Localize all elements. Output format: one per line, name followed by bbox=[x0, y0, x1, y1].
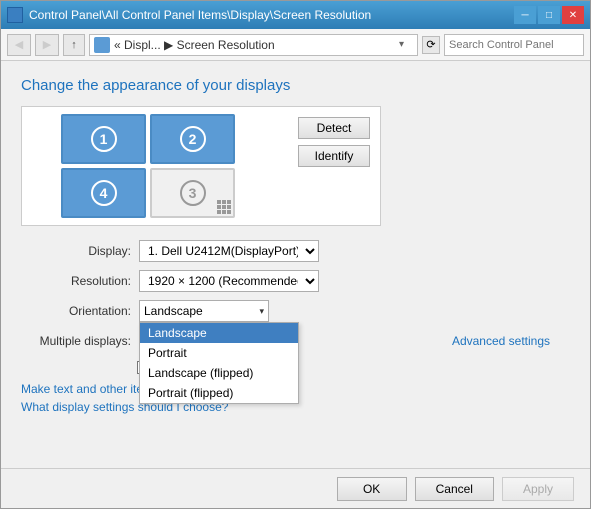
search-input[interactable] bbox=[449, 39, 591, 51]
refresh-button[interactable]: ⟳ bbox=[422, 36, 440, 54]
resolution-select[interactable]: 1920 × 1200 (Recommended) bbox=[139, 270, 319, 292]
search-bar[interactable]: 🔍 bbox=[444, 34, 584, 56]
monitor-4-number: 4 bbox=[91, 180, 117, 206]
cancel-button[interactable]: Cancel bbox=[415, 477, 494, 501]
address-dropdown-arrow[interactable]: ▾ bbox=[399, 39, 413, 50]
page-title: Change the appearance of your displays bbox=[21, 77, 570, 94]
title-bar-buttons: ─ □ ✕ bbox=[514, 6, 584, 24]
apply-button[interactable]: Apply bbox=[502, 477, 574, 501]
monitor-1-number: 1 bbox=[91, 126, 117, 152]
detect-identify-buttons: Detect Identify bbox=[298, 117, 370, 167]
up-button[interactable]: ↑ bbox=[63, 34, 85, 56]
orientation-dropdown-wrapper: Landscape ▾ Landscape Portrait Landscape… bbox=[139, 300, 269, 322]
multiple-displays-label: Multiple displays: bbox=[21, 334, 131, 348]
title-bar: Control Panel\All Control Panel Items\Di… bbox=[1, 1, 590, 29]
monitor-2[interactable]: 2 bbox=[150, 114, 235, 164]
resolution-row: Resolution: 1920 × 1200 (Recommended) bbox=[21, 270, 570, 292]
monitor-4[interactable]: 4 bbox=[61, 168, 146, 218]
orientation-dropdown-arrow: ▾ bbox=[259, 306, 264, 317]
monitors-container: 1 2 4 3 bbox=[61, 114, 235, 218]
bottom-bar: OK Cancel Apply bbox=[1, 468, 590, 508]
minimize-button[interactable]: ─ bbox=[514, 6, 536, 24]
title-bar-text: Control Panel\All Control Panel Items\Di… bbox=[29, 8, 508, 22]
monitor-3-number: 3 bbox=[180, 180, 206, 206]
address-bar: « Displ... ▶ Screen Resolution ▾ bbox=[89, 34, 418, 56]
resolution-label: Resolution: bbox=[21, 274, 131, 288]
close-button[interactable]: ✕ bbox=[562, 6, 584, 24]
monitor-3[interactable]: 3 bbox=[150, 168, 235, 218]
orientation-label: Orientation: bbox=[21, 304, 131, 318]
display-label: Display: bbox=[21, 244, 131, 258]
address-text: « Displ... ▶ Screen Resolution bbox=[114, 38, 395, 52]
nav-bar: ◀ ▶ ↑ « Displ... ▶ Screen Resolution ▾ ⟳… bbox=[1, 29, 590, 61]
advanced-settings-link[interactable]: Advanced settings bbox=[452, 334, 550, 348]
orientation-option-landscape[interactable]: Landscape bbox=[140, 323, 298, 343]
monitor-3-grid bbox=[217, 200, 231, 214]
address-icon bbox=[94, 37, 110, 53]
monitor-2-number: 2 bbox=[180, 126, 206, 152]
orientation-option-landscape-flipped[interactable]: Landscape (flipped) bbox=[140, 363, 298, 383]
orientation-row: Orientation: Landscape ▾ Landscape Portr… bbox=[21, 300, 570, 322]
orientation-dropdown: Landscape Portrait Landscape (flipped) P… bbox=[139, 322, 299, 404]
monitor-1[interactable]: 1 bbox=[61, 114, 146, 164]
forward-button[interactable]: ▶ bbox=[35, 34, 59, 56]
orientation-select[interactable]: Landscape ▾ bbox=[139, 300, 269, 322]
detect-button[interactable]: Detect bbox=[298, 117, 370, 139]
orientation-value: Landscape bbox=[144, 304, 203, 318]
identify-button[interactable]: Identify bbox=[298, 145, 370, 167]
window-icon bbox=[7, 7, 23, 23]
back-button[interactable]: ◀ bbox=[7, 34, 31, 56]
display-select[interactable]: 1. Dell U2412M(DisplayPort) bbox=[139, 240, 319, 262]
form-section: Display: 1. Dell U2412M(DisplayPort) Res… bbox=[21, 240, 570, 374]
ok-button[interactable]: OK bbox=[337, 477, 407, 501]
maximize-button[interactable]: □ bbox=[538, 6, 560, 24]
content-area: Change the appearance of your displays 1… bbox=[1, 61, 590, 468]
display-preview-box: 1 2 4 3 bbox=[21, 106, 381, 226]
display-row: Display: 1. Dell U2412M(DisplayPort) bbox=[21, 240, 570, 262]
window: Control Panel\All Control Panel Items\Di… bbox=[0, 0, 591, 509]
orientation-option-portrait-flipped[interactable]: Portrait (flipped) bbox=[140, 383, 298, 403]
orientation-option-portrait[interactable]: Portrait bbox=[140, 343, 298, 363]
